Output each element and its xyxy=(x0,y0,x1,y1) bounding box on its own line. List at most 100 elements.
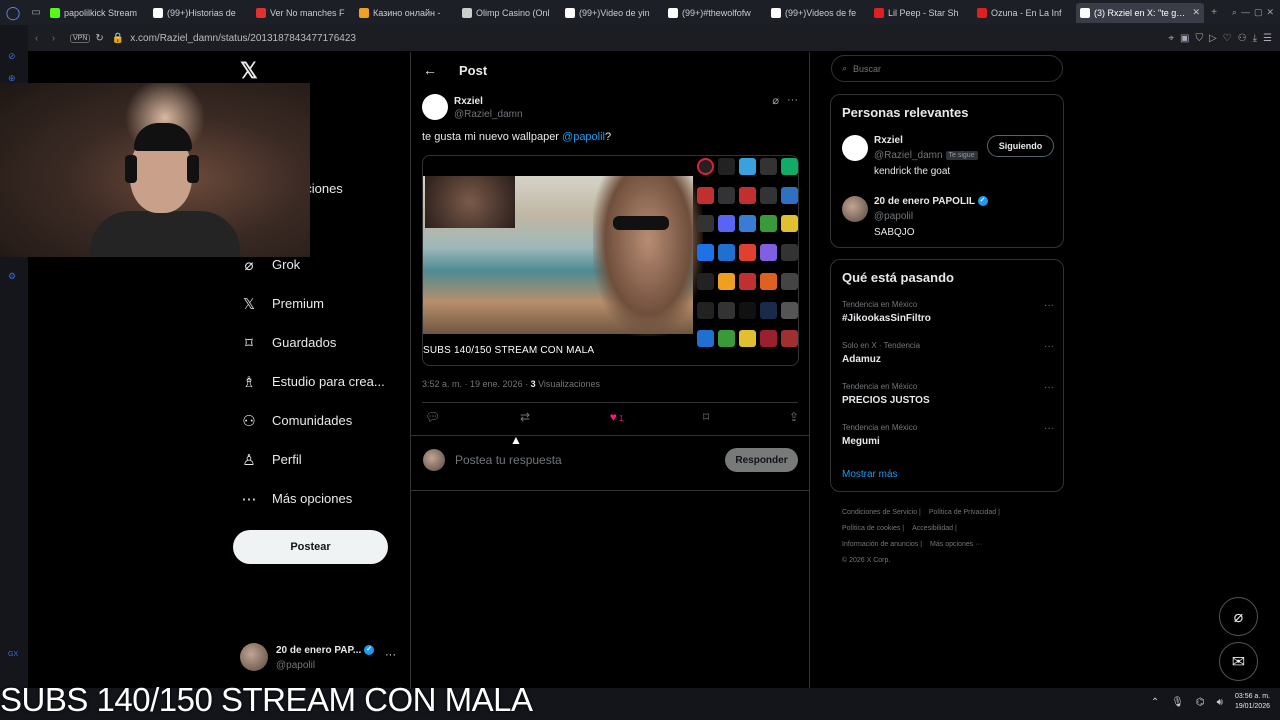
forward-nav-icon[interactable]: › xyxy=(45,33,62,44)
clock[interactable]: 03:56 a. m. 19/01/2026 xyxy=(1235,692,1270,712)
browser-tab[interactable]: Ozuna - En La Inf xyxy=(973,3,1073,23)
url-field[interactable]: x.com/Raziel_damn/status/201318784347717… xyxy=(130,33,356,44)
tab-title: Казино онлайн - xyxy=(373,7,441,18)
mention-link[interactable]: @papolil xyxy=(562,131,605,143)
nav-item-communities[interactable]: ⚇ Comunidades xyxy=(240,401,385,440)
browser-tab[interactable]: (99+)Video de yin xyxy=(561,3,661,23)
more-icon[interactable]: ··· xyxy=(385,649,396,661)
footer-link[interactable]: Política de Privacidad | xyxy=(929,509,1000,516)
player-icon[interactable]: ▷ xyxy=(1209,33,1217,44)
timestamp[interactable]: 3:52 a. m. · 19 ene. 2026 · xyxy=(422,379,531,389)
repost-icon[interactable]: ⇄ xyxy=(520,410,530,430)
footer-link[interactable]: Política de cookies | xyxy=(842,525,904,532)
browser-tab[interactable]: papolilkick Stream xyxy=(46,3,146,23)
browser-tab[interactable]: Ver No manches F xyxy=(252,3,352,23)
trend-item[interactable]: Tendencia en México Megumi ··· xyxy=(842,423,1054,457)
browser-tab[interactable]: (99+)#thewolfofw xyxy=(664,3,764,23)
network-icon[interactable]: ⌬ xyxy=(1196,697,1205,708)
post-column: ← Post Rxziel @Raziel_damn ⌀ ··· te gust… xyxy=(411,52,809,688)
nav-item-bookmarks[interactable]: ⌑ Guardados xyxy=(240,323,385,362)
account-switcher[interactable]: 20 de enero PAP... ✓ @papolil ··· xyxy=(240,643,400,675)
reply-button[interactable]: Responder xyxy=(725,448,798,472)
avatar[interactable] xyxy=(842,135,868,161)
mic-icon[interactable]: 🎙︎ xyxy=(1171,697,1184,708)
nav-label: Estudio para crea... xyxy=(272,374,385,389)
browser-tab[interactable]: (3) Rxziel en X: "te gusta m✕ xyxy=(1076,2,1204,23)
nav-item-premium[interactable]: 𝕏 Premium xyxy=(240,284,385,323)
grok-fab-icon[interactable]: ⌀ xyxy=(1219,597,1258,636)
back-arrow-icon[interactable]: ← xyxy=(423,62,437,78)
download-icon[interactable]: ⤓ xyxy=(1253,33,1257,44)
more-icon[interactable]: ··· xyxy=(787,94,798,107)
reload-icon[interactable]: ↻ xyxy=(95,33,103,44)
search-input[interactable]: ⌕ Buscar xyxy=(831,55,1063,82)
menu-icon[interactable]: ☰ xyxy=(1263,33,1272,44)
browser-tab[interactable]: Lil Peep - Star Sh xyxy=(870,3,970,23)
back-nav-icon[interactable]: ‹ xyxy=(28,33,45,44)
reply-icon[interactable]: 💬︎ xyxy=(425,410,440,430)
footer-link[interactable]: Más opciones ··· xyxy=(930,541,982,548)
browser-tab[interactable]: Казино онлайн - xyxy=(355,3,455,23)
more-icon[interactable]: ··· xyxy=(1044,341,1054,352)
opera-logo-icon[interactable]: ◯ xyxy=(0,0,26,25)
post-text: te gusta mi nuevo wallpaper @papolil? xyxy=(422,131,612,143)
post-button[interactable]: Postear xyxy=(233,530,388,564)
share-icon[interactable]: ⇪ xyxy=(789,410,799,430)
close-tab-icon[interactable]: ✕ xyxy=(1192,7,1200,18)
close-window-icon[interactable]: ✕ xyxy=(1266,7,1274,18)
person-name[interactable]: 20 de enero PAPOLIL ✓ xyxy=(874,196,988,207)
sidebar-nav-icon[interactable]: ⊘ xyxy=(8,51,16,62)
more-icon[interactable]: ··· xyxy=(1044,382,1054,393)
volume-icon[interactable]: 🔊︎ xyxy=(1217,697,1223,708)
new-tab-icon[interactable]: + xyxy=(1204,0,1224,25)
trend-item[interactable]: Tendencia en México PRECIOS JUSTOS ··· xyxy=(842,382,1054,416)
settings-icon[interactable]: ⚙ xyxy=(8,271,16,282)
footer-link[interactable]: Información de anuncios | xyxy=(842,541,922,548)
more-icon[interactable]: ··· xyxy=(1044,423,1054,434)
browser-tab[interactable]: Olimp Casino (Onl xyxy=(458,3,558,23)
author-handle[interactable]: @Raziel_damn xyxy=(454,109,523,120)
nav-label: Perfil xyxy=(272,452,302,467)
vpn-badge[interactable]: VPN xyxy=(70,33,91,43)
maximize-icon[interactable]: ▢ xyxy=(1254,7,1263,18)
nav-item-more-options[interactable]: ⋯ Más opciones xyxy=(240,479,385,518)
person-item[interactable]: Rxziel @Raziel_damn Te sigue kendrick the… xyxy=(842,135,1054,179)
reply-input[interactable]: Postea tu respuesta xyxy=(455,453,562,467)
author-name[interactable]: Rxziel xyxy=(454,96,483,107)
account-name: 20 de enero PAP... ✓ xyxy=(276,645,375,656)
trend-item[interactable]: Solo en X · Tendencia Adamuz ··· xyxy=(842,341,1054,375)
snapshot-icon[interactable]: ▣ xyxy=(1180,33,1189,44)
tab-menu-icon[interactable]: ▭ xyxy=(26,0,46,25)
gx-icon[interactable]: GX xyxy=(8,651,18,658)
search-tabs-icon[interactable]: ⌕ xyxy=(1232,7,1237,18)
more-icon[interactable]: ··· xyxy=(1044,300,1054,311)
profile-icon: ♙ xyxy=(242,451,256,469)
nav-item-profile[interactable]: ♙ Perfil xyxy=(240,440,385,479)
footer-link[interactable]: Accesibilidad | xyxy=(912,525,957,532)
messages-fab-icon[interactable]: ✉ xyxy=(1219,642,1258,681)
minimize-icon[interactable]: — xyxy=(1241,7,1250,18)
trend-item[interactable]: Tendencia en México #JikookasSinFiltro ··· xyxy=(842,300,1054,334)
show-more-link[interactable]: Mostrar más xyxy=(842,469,898,480)
wallet-icon[interactable]: ⚇ xyxy=(1238,33,1247,44)
x-logo-icon[interactable]: 𝕏 xyxy=(240,58,258,84)
browser-tab[interactable]: (99+)Historias de xyxy=(149,3,249,23)
pin-icon[interactable]: ⌖ xyxy=(1168,33,1174,44)
following-button[interactable]: Siguiendo xyxy=(987,135,1054,157)
tab-title: Olimp Casino (Onl xyxy=(476,7,550,18)
nav-item-creator-studio[interactable]: ♗ Estudio para crea... xyxy=(240,362,385,401)
tray-chevron-icon[interactable]: ⌃ xyxy=(1151,697,1159,708)
grok-icon[interactable]: ⌀ xyxy=(772,94,779,107)
bookmark-icon[interactable]: ⌑ xyxy=(703,410,709,430)
heart-icon[interactable]: ♡ xyxy=(1223,33,1232,44)
browser-tab[interactable]: (99+)Videos de fe xyxy=(767,3,867,23)
avatar[interactable] xyxy=(842,196,868,222)
shield-icon[interactable]: ⛉ xyxy=(1195,33,1203,44)
tab-title: Ozuna - En La Inf xyxy=(991,7,1062,18)
post-media[interactable]: SUBS 140/150 STREAM CON MALA xyxy=(422,155,799,366)
avatar[interactable] xyxy=(422,94,448,120)
like-button[interactable]: ♥ 1 xyxy=(610,410,624,430)
footer-link[interactable]: Condiciones de Servicio | xyxy=(842,509,921,516)
person-item[interactable]: 20 de enero PAPOLIL ✓ @papolil SABQJO xyxy=(842,196,1052,240)
person-name[interactable]: Rxziel xyxy=(874,135,903,146)
